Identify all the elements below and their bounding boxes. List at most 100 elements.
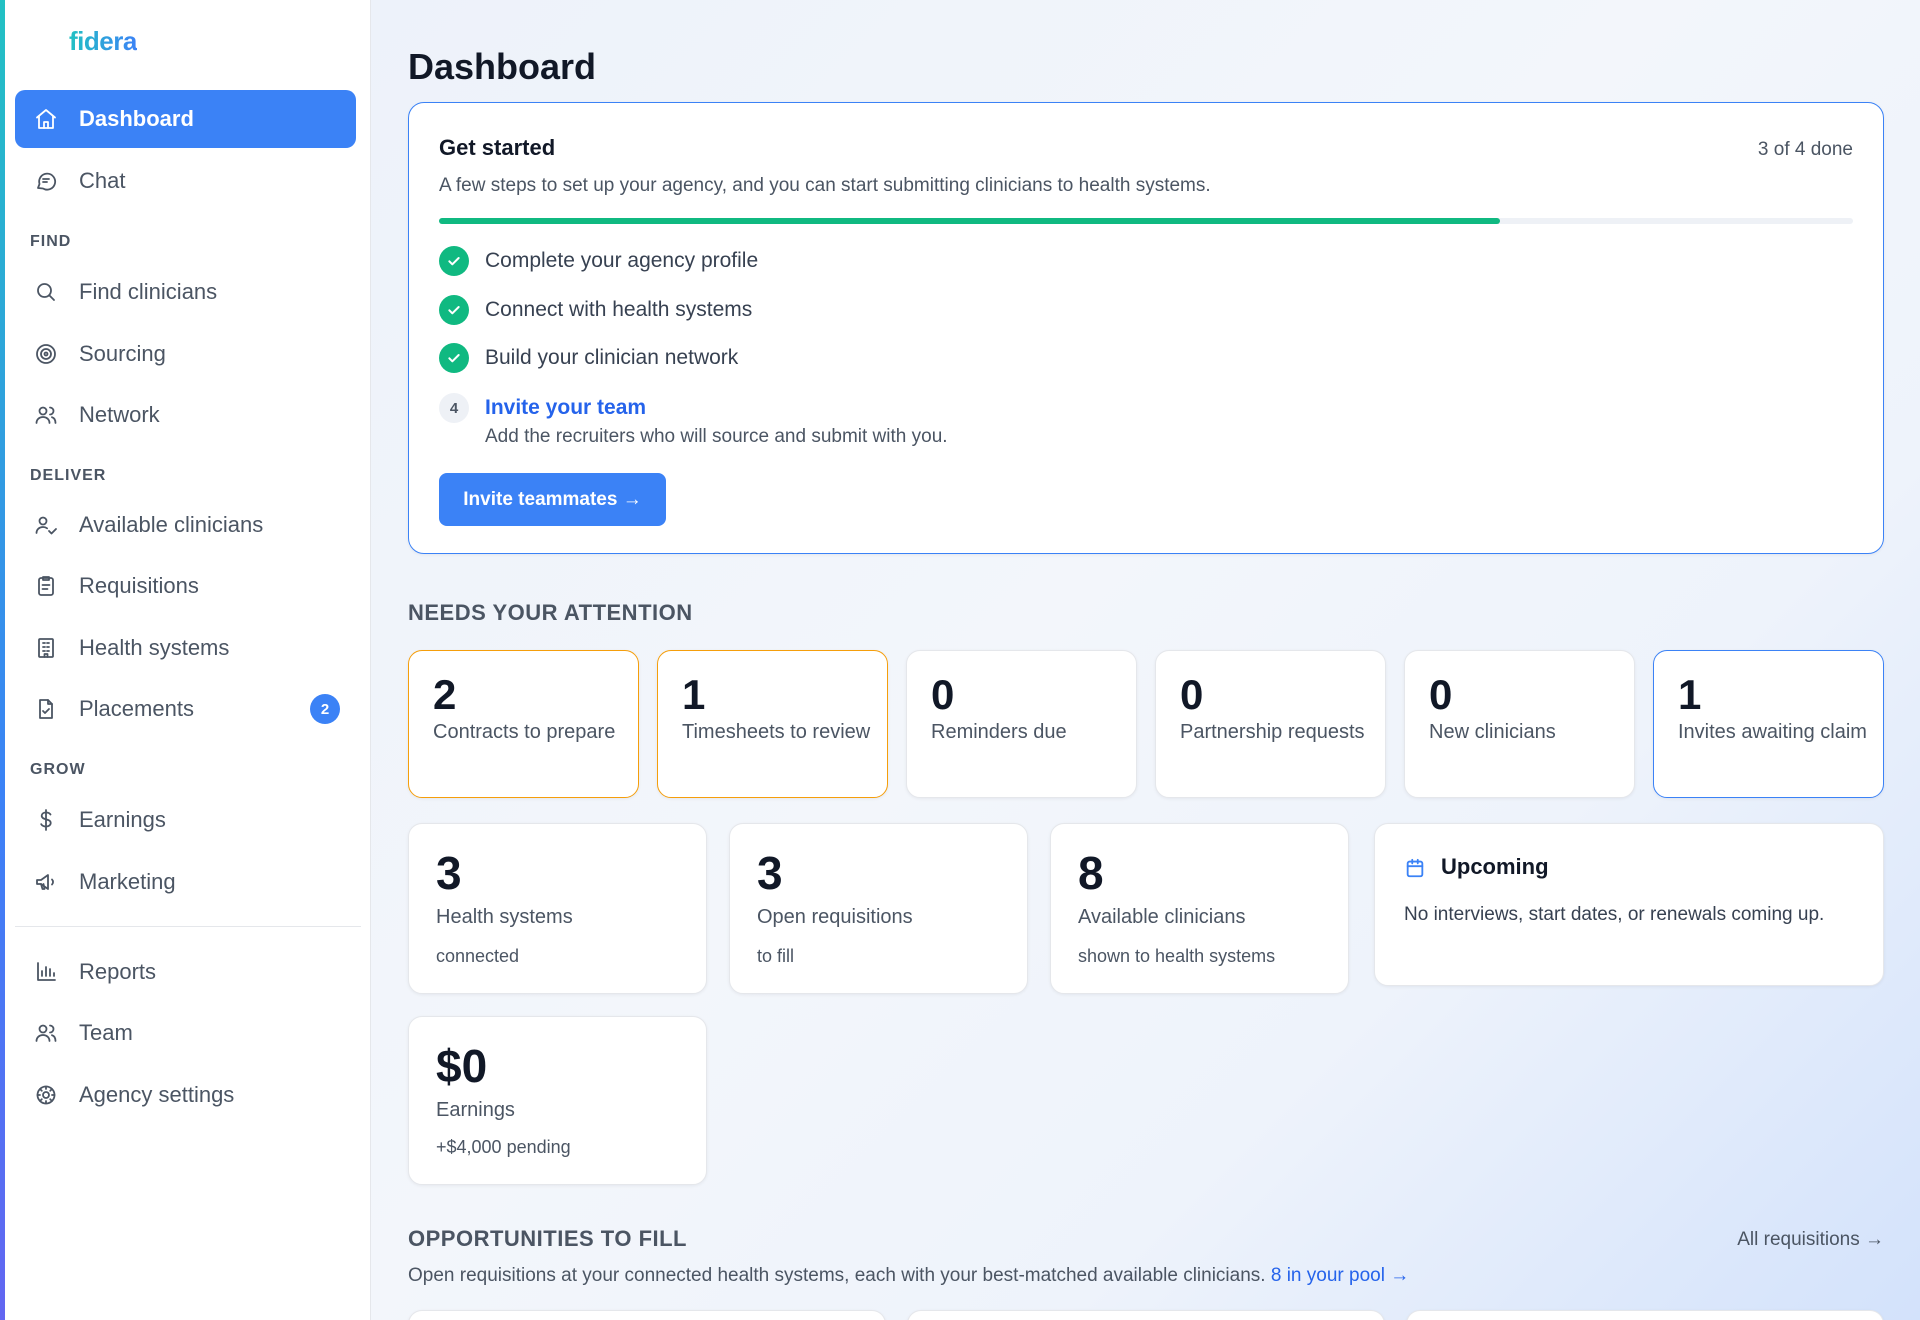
upcoming-card: Upcoming No interviews, start dates, or … xyxy=(1374,823,1884,986)
page-title: Dashboard xyxy=(408,46,597,87)
opportunities-heading: OPPORTUNITIES TO FILL xyxy=(408,1226,687,1251)
stat-card-open-requisitions[interactable]: 3 Open requisitions to fill xyxy=(729,823,1028,994)
file-check-icon xyxy=(33,696,59,722)
step-number: 4 xyxy=(439,393,469,423)
check-icon xyxy=(439,295,469,325)
placements-count-badge: 2 xyxy=(310,694,340,724)
search-icon xyxy=(33,279,59,305)
nav-find-clinicians[interactable]: Find clinicians xyxy=(15,263,356,321)
get-started-count: 3 of 4 done xyxy=(1757,139,1853,160)
attention-value: 2 xyxy=(433,671,457,718)
attention-card-reminders[interactable]: 0 Reminders due xyxy=(906,650,1137,798)
nav-label: Requisitions xyxy=(79,573,199,598)
settings-icon xyxy=(33,1082,59,1108)
upcoming-title: Upcoming xyxy=(1441,854,1549,879)
check-icon xyxy=(439,343,469,373)
nav-section-deliver: DELIVER xyxy=(30,467,107,484)
nav-placements[interactable]: Placements 2 xyxy=(15,680,356,738)
users-icon xyxy=(33,402,59,428)
attention-value: 0 xyxy=(931,671,955,718)
attention-value: 1 xyxy=(1678,671,1702,718)
nav-label: Reports xyxy=(79,959,157,984)
step-label: Complete your agency profile xyxy=(485,249,759,272)
earnings-value: $0 xyxy=(436,1040,488,1092)
attention-card-partnerships[interactable]: 0 Partnership requests xyxy=(1155,650,1386,798)
nav-section-find: FIND xyxy=(30,233,72,250)
invite-team-link[interactable]: Invite your team xyxy=(485,396,646,420)
nav-label: Available clinicians xyxy=(79,512,264,537)
pool-link[interactable]: 8 in your pool → xyxy=(1271,1265,1409,1286)
opportunity-card[interactable] xyxy=(408,1310,886,1320)
stat-card-available-clinicians[interactable]: 8 Available clinicians shown to health s… xyxy=(1050,823,1349,994)
nav-label: Earnings xyxy=(79,807,166,832)
nav-section-grow: GROW xyxy=(30,761,86,778)
stat-label: Available clinicians xyxy=(1078,906,1246,928)
step-invite-team: 4 Invite your team xyxy=(439,393,646,423)
clipboard-icon xyxy=(33,573,59,599)
bar-chart-icon xyxy=(33,959,59,985)
opportunities-description: Open requisitions at your connected heal… xyxy=(408,1265,1409,1287)
calendar-icon xyxy=(1404,857,1426,884)
stat-sublabel: shown to health systems xyxy=(1078,946,1276,966)
nav-label: Dashboard xyxy=(79,106,194,131)
stat-value: 8 xyxy=(1078,847,1104,899)
sidebar: fidera Dashboard Chat FIND Find clinicia… xyxy=(5,0,371,1320)
attention-card-invites[interactable]: 1 Invites awaiting claim xyxy=(1653,650,1884,798)
nav-label: Health systems xyxy=(79,635,230,660)
stat-value: 3 xyxy=(757,847,783,899)
nav-marketing[interactable]: Marketing xyxy=(15,853,356,911)
get-started-progress xyxy=(439,218,1853,224)
attention-label: Invites awaiting claim xyxy=(1678,721,1867,743)
nav-label: Network xyxy=(79,402,160,427)
get-started-progress-fill xyxy=(439,218,1500,224)
get-started-title: Get started xyxy=(439,135,556,160)
get-started-card: Get started 3 of 4 done A few steps to s… xyxy=(408,102,1884,554)
nav-label: Marketing xyxy=(79,869,176,894)
target-icon xyxy=(33,341,59,367)
nav-dashboard[interactable]: Dashboard xyxy=(15,90,356,148)
nav-available-clinicians[interactable]: Available clinicians xyxy=(15,496,356,554)
nav-agency-settings[interactable]: Agency settings xyxy=(15,1066,356,1124)
invite-teammates-button[interactable]: Invite teammates → xyxy=(439,473,666,526)
stat-card-health-systems[interactable]: 3 Health systems connected xyxy=(408,823,707,994)
attention-label: Timesheets to review xyxy=(682,721,871,743)
opportunities-description-text: Open requisitions at your connected heal… xyxy=(408,1265,1266,1286)
step-label: Connect with health systems xyxy=(485,298,753,321)
attention-value: 0 xyxy=(1429,671,1453,718)
logo[interactable]: fidera xyxy=(69,26,137,57)
user-check-icon xyxy=(33,512,59,538)
team-icon xyxy=(33,1020,59,1046)
nav-chat[interactable]: Chat xyxy=(15,152,356,210)
megaphone-icon xyxy=(33,869,59,895)
step-complete-profile: Complete your agency profile xyxy=(439,246,758,276)
nav-label: Agency settings xyxy=(79,1082,235,1107)
nav-requisitions[interactable]: Requisitions xyxy=(15,557,356,615)
nav-label: Chat xyxy=(79,168,126,193)
nav-health-systems[interactable]: Health systems xyxy=(15,619,356,677)
earnings-card[interactable]: $0 Earnings +$4,000 pending xyxy=(408,1016,707,1185)
nav-sourcing[interactable]: Sourcing xyxy=(15,325,356,383)
nav-team[interactable]: Team xyxy=(15,1004,356,1062)
nav-reports[interactable]: Reports xyxy=(15,943,356,1001)
attention-card-timesheets[interactable]: 1 Timesheets to review xyxy=(657,650,888,798)
attention-card-contracts[interactable]: 2 Contracts to prepare xyxy=(408,650,639,798)
all-requisitions-link[interactable]: All requisitions → xyxy=(1737,1229,1884,1251)
nav-label: Team xyxy=(79,1020,133,1045)
step-description: Add the recruiters who will source and s… xyxy=(485,426,948,447)
opportunity-card[interactable] xyxy=(1406,1310,1884,1320)
main-content: Dashboard Get started 3 of 4 done A few … xyxy=(371,0,1920,1320)
attention-label: Partnership requests xyxy=(1180,721,1365,743)
earnings-label: Earnings xyxy=(436,1099,515,1121)
attention-card-new-clinicians[interactable]: 0 New clinicians xyxy=(1404,650,1635,798)
attention-label: New clinicians xyxy=(1429,721,1556,743)
attention-label: Reminders due xyxy=(931,721,1067,743)
attention-value: 0 xyxy=(1180,671,1204,718)
nav-label: Find clinicians xyxy=(79,279,218,304)
stat-sublabel: to fill xyxy=(757,946,795,966)
nav-network[interactable]: Network xyxy=(15,386,356,444)
nav-earnings[interactable]: Earnings xyxy=(15,791,356,849)
opportunity-card[interactable] xyxy=(907,1310,1385,1320)
attention-label: Contracts to prepare xyxy=(433,721,616,743)
nav-label: Placements xyxy=(79,696,194,721)
step-connect-health-systems: Connect with health systems xyxy=(439,295,752,325)
